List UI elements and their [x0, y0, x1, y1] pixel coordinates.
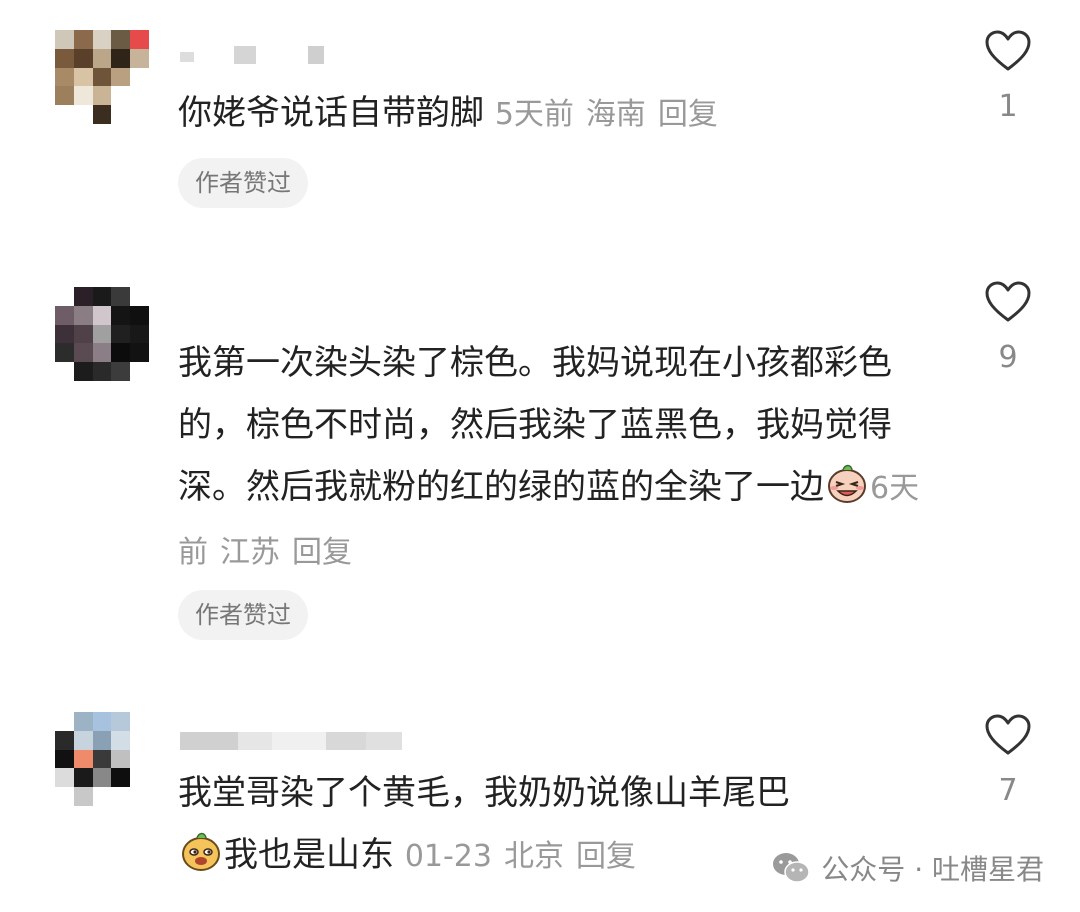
heart-icon — [985, 30, 1031, 71]
like-count: 7 — [998, 773, 1018, 808]
author-liked-badge: 作者赞过 — [178, 158, 308, 208]
comment-text: 我第一次染头染了棕色。我妈说现在小孩都彩色的，棕色不时尚，然后我染了蓝黑色，我妈… — [178, 343, 920, 570]
comment-time: 01-23 — [404, 839, 492, 874]
watermark: 公众号 · 吐槽星君 — [771, 848, 1044, 888]
comment-location: 江苏 — [220, 535, 280, 570]
reply-button[interactable]: 回复 — [292, 535, 352, 570]
comment-time: 5天前 — [494, 97, 574, 132]
watermark-text: 公众号 · 吐槽星君 — [821, 853, 1044, 886]
avatar[interactable] — [55, 712, 149, 806]
reply-button[interactable]: 回复 — [576, 839, 636, 874]
like-button[interactable]: 9 — [976, 281, 1040, 375]
like-button[interactable]: 7 — [976, 714, 1040, 808]
comment-text: 你姥爷说话自带韵脚 5天前 海南 回复 — [178, 82, 938, 146]
wechat-icon — [773, 853, 811, 883]
avatar[interactable] — [55, 287, 149, 381]
heart-icon — [985, 714, 1031, 755]
username-redacted[interactable] — [180, 46, 324, 68]
author-liked-badge: 作者赞过 — [178, 590, 308, 640]
username-redacted[interactable] — [180, 732, 402, 754]
comment-meta: 5天前 海南 回复 — [495, 97, 730, 132]
comment-location: 海南 — [585, 97, 646, 132]
like-count: 1 — [998, 89, 1018, 124]
avatar[interactable] — [55, 30, 149, 124]
reply-button[interactable]: 回复 — [658, 97, 718, 132]
smug-emoji-icon — [182, 832, 220, 871]
like-count: 9 — [998, 340, 1018, 375]
comment-location: 北京 — [504, 839, 564, 874]
laughing-emoji-icon — [828, 464, 866, 503]
like-button[interactable]: 1 — [976, 30, 1040, 124]
comment-meta: 01-23 北京 回复 — [405, 839, 648, 874]
heart-icon — [985, 281, 1031, 322]
